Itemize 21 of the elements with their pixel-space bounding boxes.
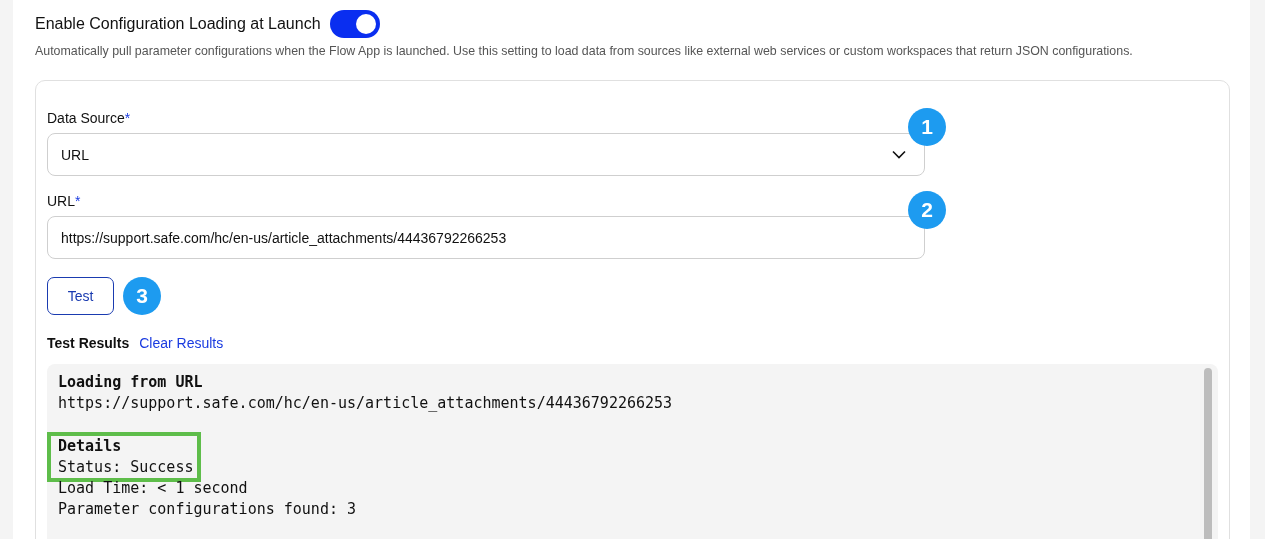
test-button[interactable]: Test (47, 277, 114, 315)
setting-description: Automatically pull parameter configurations when the Flow App is launched. Use this setting to load data from sources like external web services or custom workspaces that return JSON configurations. (35, 44, 1134, 58)
results-heading: Test Results (47, 335, 130, 351)
field-label: URL* (47, 193, 82, 209)
toggle-switch[interactable] (329, 10, 380, 38)
result-line: https://support.safe.com/hc/en-us/article_attachments/44436792266253 (58, 393, 674, 414)
select-field[interactable]: URL (47, 133, 925, 176)
callout-badge: 3 (123, 277, 161, 315)
result-line: Status: Success (58, 457, 194, 478)
result-line: Load Time: < 1 second (58, 478, 249, 499)
result-line: Parameter configurations found: 3 (58, 499, 357, 520)
result-line: Loading from URL (58, 372, 204, 393)
callout-badge: 2 (908, 191, 946, 229)
chevron-down-icon (892, 150, 906, 159)
scrollbar-thumb[interactable] (1204, 368, 1212, 539)
clear-results-link[interactable]: Clear Results (139, 335, 224, 351)
url-input-field[interactable]: https://support.safe.com/hc/en-us/article_attachments/44436792266253 (47, 216, 925, 259)
result-line: Details (58, 436, 123, 457)
field-label: Data Source* (47, 110, 132, 126)
callout-badge: 1 (908, 108, 946, 146)
setting-label: Enable Configuration Loading at Launch (35, 15, 321, 33)
